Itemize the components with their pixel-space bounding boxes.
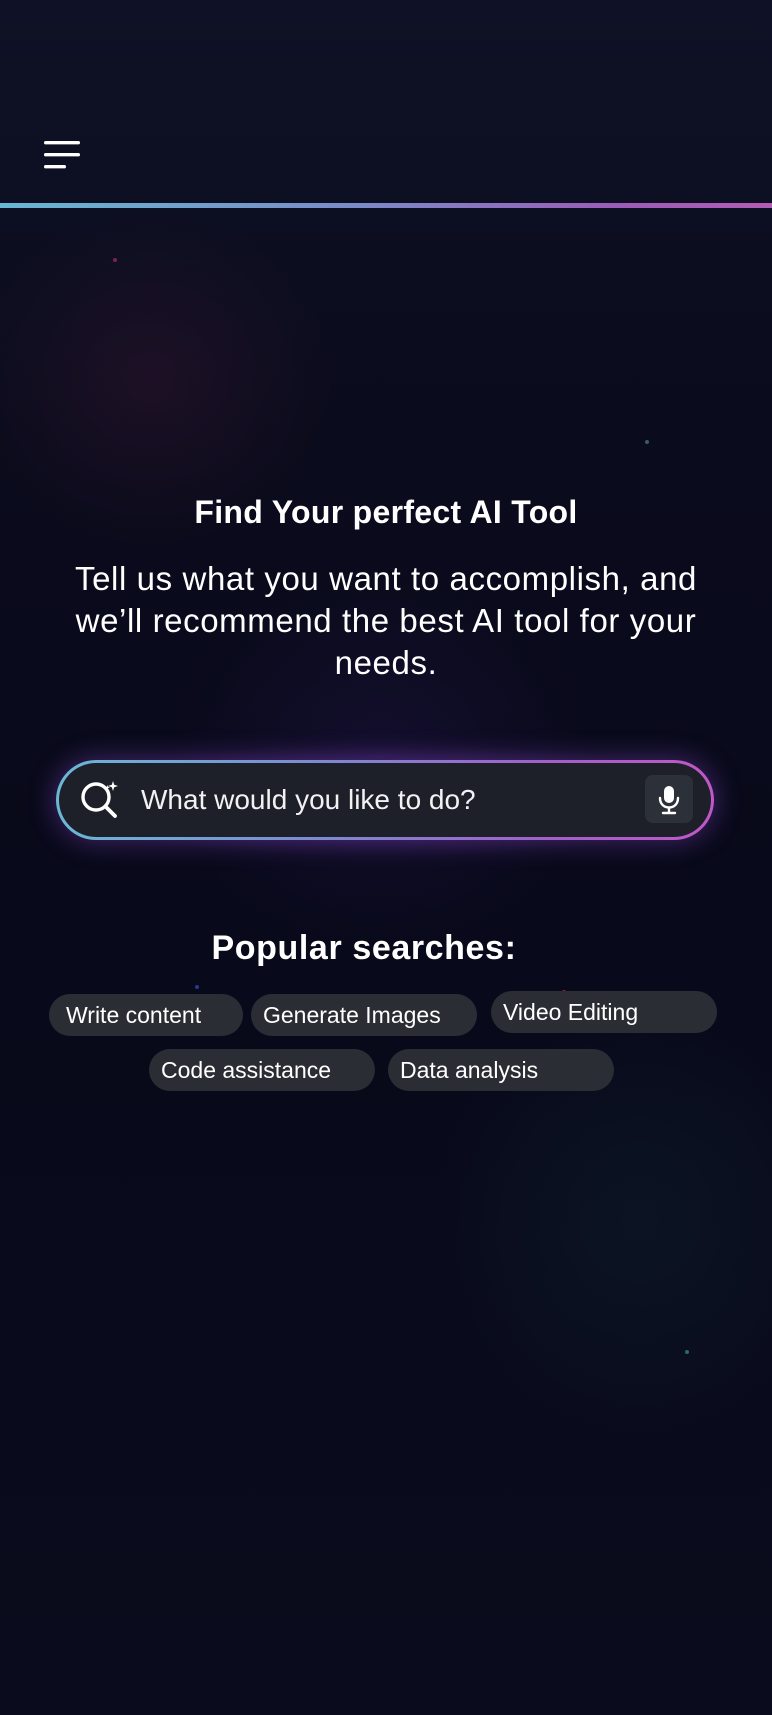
hero-section: Find Your perfect AI Tool Tell us what y… [0,490,772,684]
popular-searches: Popular searches: [0,920,728,976]
search-bar[interactable] [56,760,714,840]
chip-write-content[interactable]: Write content [49,994,243,1036]
chip-video-editing[interactable]: Video Editing [491,991,717,1033]
search-bar-inner [59,763,711,837]
hero-subtitle: Tell us what you want to accomplish, and… [75,560,697,681]
hamburger-menu-icon [44,141,80,169]
background-particle [113,258,117,262]
mic-button[interactable] [645,775,693,823]
background-particle [195,985,199,989]
popular-searches-title: Popular searches: [211,929,517,967]
chip-generate-images[interactable]: Generate Images [251,994,477,1036]
background-particle [685,1350,689,1354]
hero-title: Find Your perfect AI Tool [194,494,578,530]
background-particle [645,440,649,444]
chip-data-analysis[interactable]: Data analysis [388,1049,614,1091]
ai-search-icon [81,781,118,818]
search-input[interactable] [141,775,611,825]
menu-button[interactable] [42,138,82,174]
header-divider [0,203,772,208]
chip-code-assistance[interactable]: Code assistance [149,1049,375,1091]
app-header [0,0,772,208]
microphone-icon [658,786,680,815]
